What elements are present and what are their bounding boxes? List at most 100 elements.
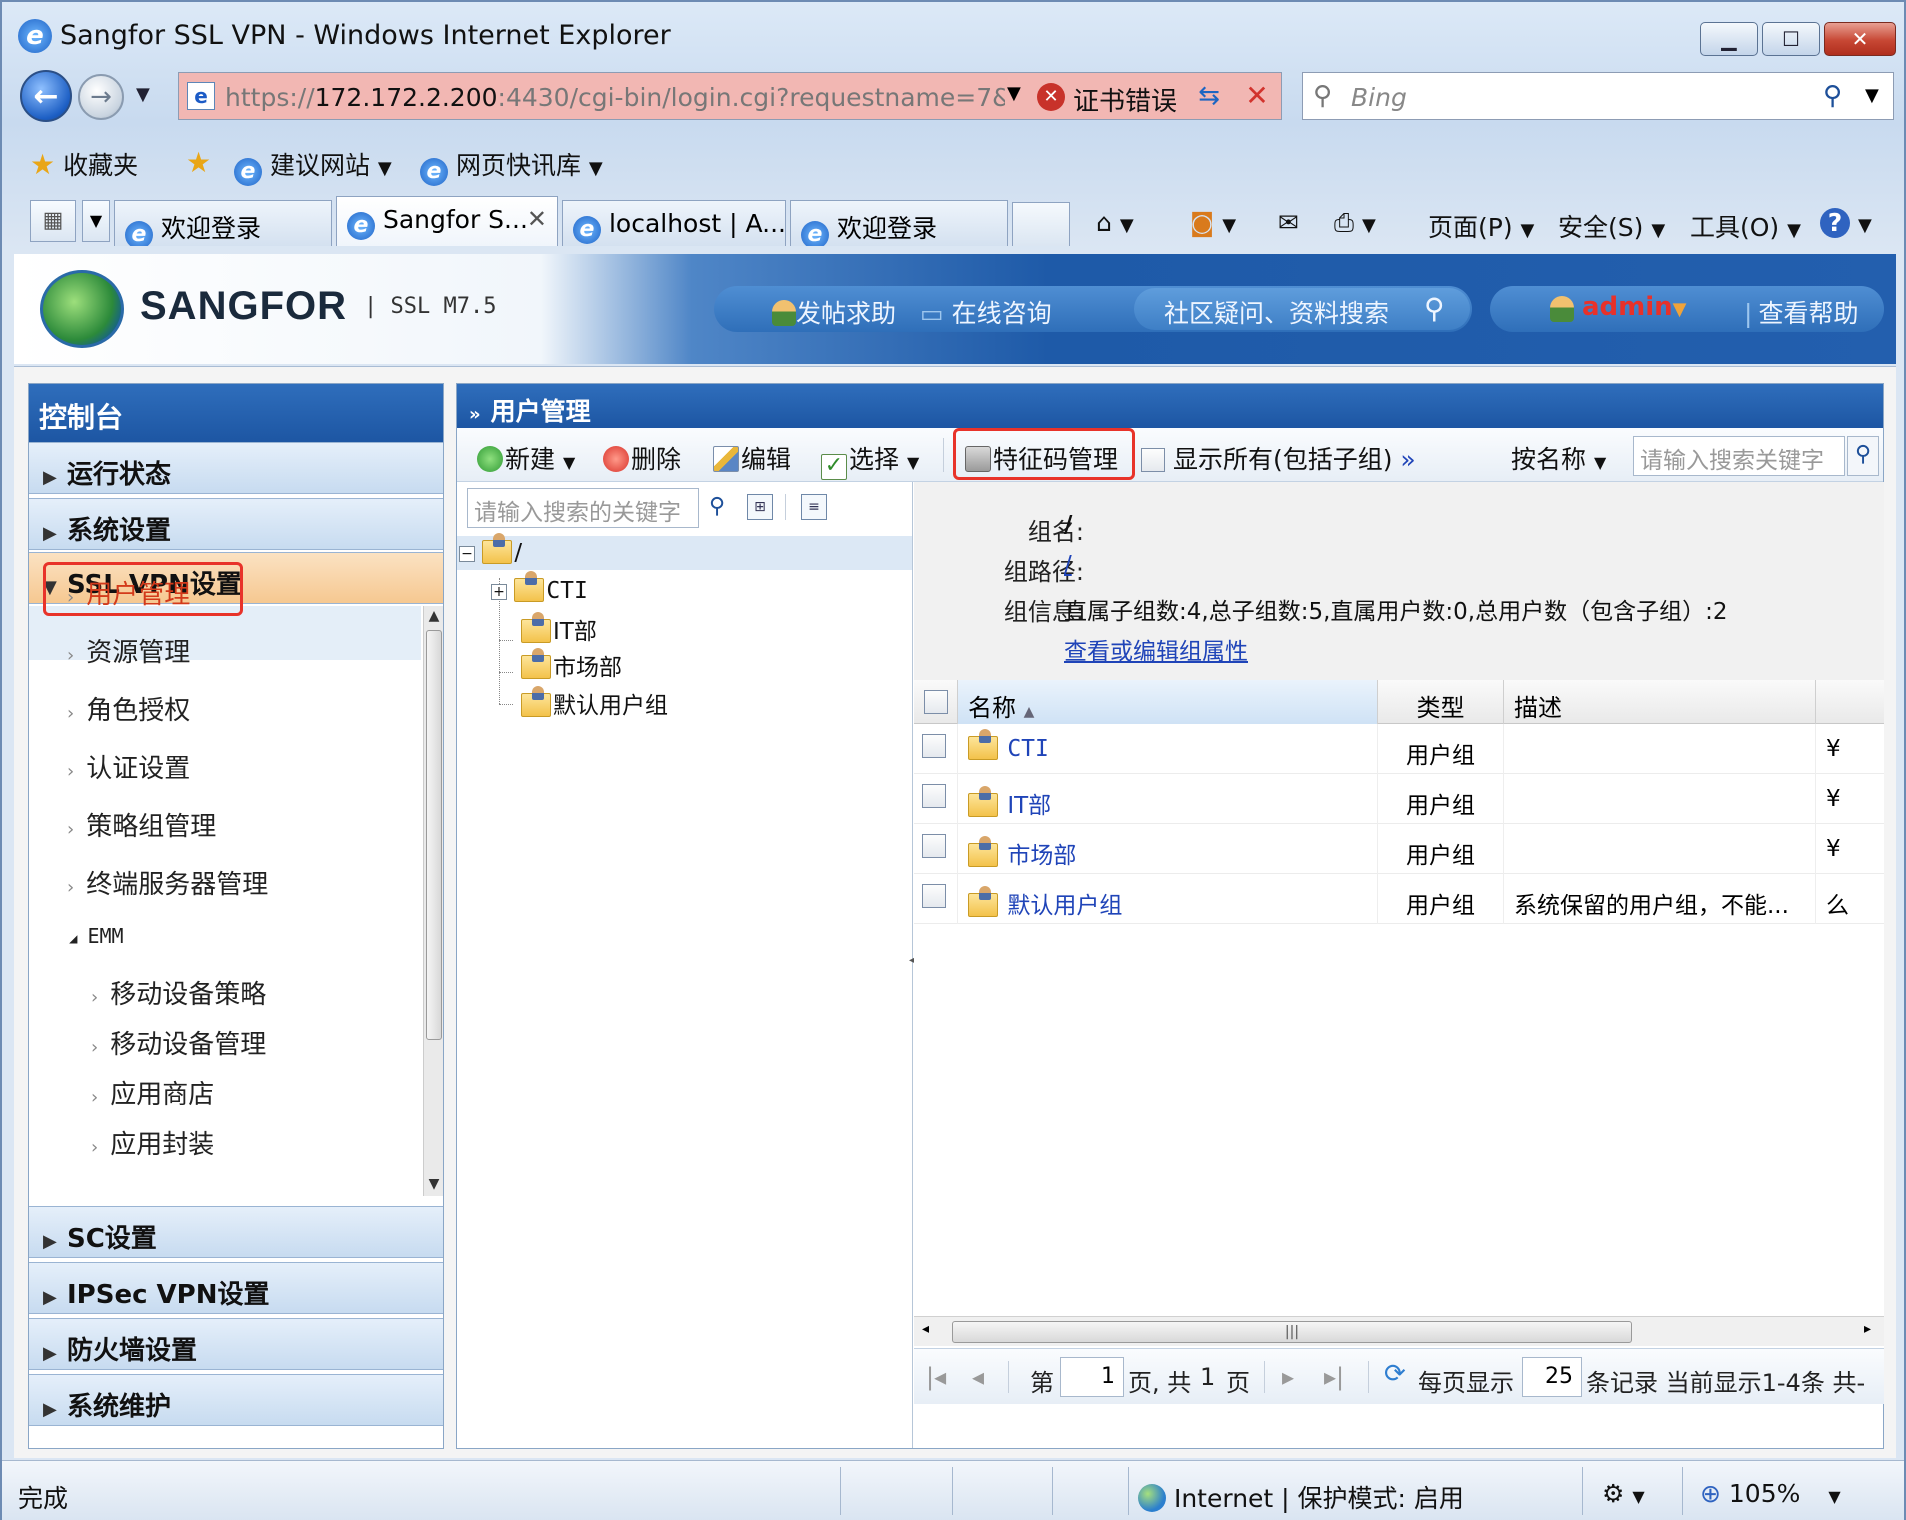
search-icon[interactable]: ⚲ — [1424, 292, 1445, 325]
expand-all-icon[interactable]: ⊞ — [747, 494, 773, 520]
minimize-button[interactable]: ▁ — [1700, 22, 1758, 56]
close-button[interactable]: ✕ — [1824, 22, 1896, 56]
refresh-icon[interactable]: ⟳ — [1384, 1359, 1406, 1389]
feeds-button[interactable]: ◙ ▼ — [1190, 208, 1236, 237]
certificate-error-label[interactable]: 证书错误 — [1073, 81, 1177, 118]
row-name-cell[interactable]: 默认用户组 — [958, 874, 1378, 924]
collapse-all-icon[interactable]: ≡ — [801, 494, 827, 520]
row-checkbox[interactable] — [922, 734, 946, 758]
search-dropdown-icon[interactable]: ▼ — [1865, 85, 1879, 106]
tree-node-default-group[interactable]: 默认用户组 — [521, 686, 668, 720]
sidebar-scrollbar[interactable]: ▲ ▼ — [423, 606, 443, 1196]
last-page-icon[interactable]: ▸| — [1324, 1363, 1344, 1391]
tools-menu[interactable]: 工具(O) ▼ — [1690, 208, 1801, 244]
group-path-link[interactable]: / — [1064, 552, 1072, 578]
sidebar-section-ipsec[interactable]: ▶ IPSec VPN设置 — [29, 1262, 443, 1314]
search-field-select[interactable]: 按名称 ▼ — [1511, 440, 1606, 476]
address-url[interactable]: https://172.172.2.200:4430/cgi-bin/login… — [225, 83, 1005, 112]
tree-root-row[interactable] — [457, 536, 912, 570]
sidebar-item-mobile-device-management[interactable]: › 移动设备管理 — [91, 1024, 266, 1061]
select-button[interactable]: ✓ 选择 ▼ — [821, 440, 919, 480]
read-mail-button[interactable]: ✉ — [1278, 208, 1299, 237]
online-consult-link[interactable]: ▭ 在线咨询 — [920, 294, 1052, 330]
row-name-cell[interactable]: 市场部 — [958, 824, 1378, 874]
sidebar-item-app-store[interactable]: › 应用商店 — [91, 1074, 214, 1111]
expand-icon[interactable]: + — [491, 584, 507, 600]
row-name-cell[interactable]: CTI — [958, 724, 1378, 774]
scrollbar-thumb[interactable] — [426, 630, 442, 1040]
show-all-toggle[interactable]: 显示所有(包括子组) » — [1141, 440, 1416, 476]
quick-tabs-icon[interactable]: ▦ — [30, 200, 76, 242]
web-slice-gallery-link[interactable]: e 网页快讯库 ▼ — [420, 146, 603, 186]
new-tab-button[interactable] — [1012, 202, 1070, 246]
tab-localhost[interactable]: e localhost | A... — [562, 200, 786, 246]
refresh-icon[interactable]: ⇆ — [1189, 81, 1229, 113]
sidebar-item-resource-management[interactable]: › 资源管理 — [67, 632, 190, 669]
search-box[interactable]: ⚲ Bing ⚲ ▼ — [1302, 72, 1894, 120]
tab-welcome-1[interactable]: e 欢迎登录 — [114, 200, 332, 246]
table-row[interactable]: 默认用户组 用户组 系统保留的用户组，不能... 么 — [914, 874, 1884, 924]
print-button[interactable]: ⎙ ▼ — [1334, 208, 1376, 238]
current-user[interactable]: admin▼ — [1582, 292, 1687, 322]
forward-button[interactable]: → — [78, 74, 124, 120]
add-favorite-button[interactable]: ★ — [186, 146, 211, 179]
search-icon[interactable]: ⚲ — [1847, 436, 1879, 476]
tree-node-it[interactable]: IT部 — [521, 612, 597, 646]
select-all-checkbox[interactable] — [924, 690, 948, 714]
sidebar-group-emm[interactable]: ◢ EMM — [69, 924, 124, 948]
tree-node-cti[interactable]: + CTI — [491, 571, 588, 604]
sidebar-item-policy-groups[interactable]: › 策略组管理 — [67, 806, 216, 843]
row-checkbox[interactable] — [922, 884, 946, 908]
column-header-type[interactable]: 类型 — [1378, 680, 1504, 724]
stop-icon[interactable]: ✕ — [1237, 79, 1277, 113]
sidebar-section-sc[interactable]: ▶ SC设置 — [29, 1206, 443, 1258]
sidebar-section-maintenance[interactable]: ▶ 系统维护 — [29, 1374, 443, 1426]
maximize-button[interactable]: ☐ — [1762, 22, 1820, 56]
safety-menu[interactable]: 安全(S) ▼ — [1558, 208, 1665, 244]
community-search[interactable]: 社区疑问、资料搜索 ⚲ — [1134, 288, 1470, 330]
help-button[interactable]: ? ▼ — [1820, 208, 1872, 238]
tree-node-marketing[interactable]: 市场部 — [521, 648, 622, 682]
edit-button[interactable]: 编辑 — [713, 440, 791, 476]
first-page-icon[interactable]: |◂ — [926, 1363, 946, 1391]
tab-sangfor[interactable]: e Sangfor S... ✕ — [336, 196, 558, 246]
security-zone[interactable]: Internet | 保护模式: 启用 — [1138, 1479, 1464, 1515]
scroll-left-icon[interactable]: ◂ — [922, 1321, 929, 1337]
previous-page-icon[interactable]: ◂ — [972, 1363, 984, 1391]
close-tab-icon[interactable]: ✕ — [527, 205, 547, 233]
scrollbar-thumb[interactable]: ||| — [952, 1321, 1632, 1343]
row-checkbox[interactable] — [922, 834, 946, 858]
show-all-checkbox[interactable] — [1141, 448, 1165, 472]
scroll-up-icon[interactable]: ▲ — [424, 608, 444, 624]
certificate-error-icon[interactable]: ✕ — [1037, 83, 1065, 111]
table-row[interactable]: 市场部 用户组 ¥ — [914, 824, 1884, 874]
address-dropdown-icon[interactable]: ▼ — [1007, 83, 1021, 104]
table-row[interactable]: IT部 用户组 ¥ — [914, 774, 1884, 824]
next-page-icon[interactable]: ▸ — [1282, 1363, 1294, 1391]
search-icon[interactable]: ⚲ — [701, 488, 733, 528]
sidebar-item-terminal-servers[interactable]: › 终端服务器管理 — [67, 864, 268, 901]
per-page-input[interactable]: 25 — [1522, 1357, 1582, 1397]
new-button[interactable]: 新建 ▼ — [477, 440, 575, 476]
keyword-search-input[interactable]: 请输入搜索关键字 — [1633, 436, 1845, 476]
sidebar-section-system[interactable]: ▶ 系统设置 — [29, 498, 443, 550]
search-icon[interactable]: ⚲ — [1823, 81, 1842, 111]
delete-button[interactable]: 删除 — [603, 440, 681, 476]
recent-pages-dropdown-icon[interactable]: ▼ — [136, 84, 150, 105]
scroll-right-icon[interactable]: ▸ — [1864, 1321, 1871, 1337]
home-button[interactable]: ⌂ ▼ — [1096, 208, 1134, 237]
feature-code-button[interactable]: 特征码管理 — [965, 440, 1118, 476]
edit-group-properties-link[interactable]: 查看或编辑组属性 — [1064, 632, 1248, 666]
horizontal-scrollbar[interactable]: ◂ ||| ▸ — [914, 1316, 1884, 1346]
back-button[interactable]: ← — [20, 70, 72, 122]
popup-blocker[interactable]: ⚙ ▼ — [1602, 1479, 1645, 1508]
sidebar-section-status[interactable]: ▶ 运行状态 — [29, 442, 443, 494]
tree-search-input[interactable]: 请输入搜索的关键字 — [467, 488, 699, 528]
sidebar-item-role-authorization[interactable]: › 角色授权 — [67, 690, 190, 727]
sidebar-item-user-management[interactable]: › 用户管理 — [67, 574, 190, 611]
zoom-control[interactable]: ⊕ 105% ▼ — [1700, 1479, 1841, 1508]
sidebar-item-mobile-policy[interactable]: › 移动设备策略 — [91, 974, 266, 1011]
suggested-sites-link[interactable]: e 建议网站 ▼ — [234, 146, 392, 186]
scroll-down-icon[interactable]: ▼ — [424, 1176, 444, 1192]
tab-welcome-2[interactable]: e 欢迎登录 — [790, 200, 1008, 246]
